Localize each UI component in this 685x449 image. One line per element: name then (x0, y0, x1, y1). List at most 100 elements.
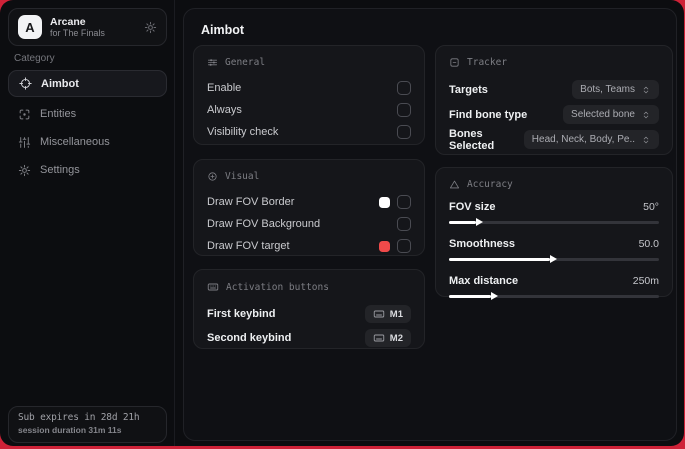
setting-row-max-distance: Max distance 250m (449, 273, 659, 301)
keybind-value: M1 (389, 308, 403, 320)
setting-label: Find bone type (449, 108, 528, 121)
card-title: Activation buttons (226, 281, 329, 293)
setting-label: FOV size (449, 201, 496, 213)
smoothness-slider[interactable] (449, 255, 659, 264)
find-bone-type-select[interactable]: Selected bone (563, 105, 659, 124)
second-keybind-button[interactable]: M2 (364, 329, 411, 347)
card-title: General (225, 57, 266, 68)
keybind-value: M2 (389, 332, 403, 344)
page-title: Aimbot (201, 23, 245, 37)
session-duration-text: session duration 31m 11s (18, 425, 122, 435)
select-value: Selected bone (571, 109, 635, 120)
setting-label: Draw FOV Border (207, 196, 295, 208)
max-distance-value: 250m (632, 275, 659, 287)
general-card: General Enable Always Visibility check (193, 45, 425, 145)
slider-thumb[interactable] (449, 218, 484, 226)
app-title: Arcane (50, 15, 86, 28)
color-swatch-white[interactable] (379, 196, 390, 208)
sub-expiry-text: Sub expires in 28d 21h (18, 412, 140, 423)
setting-row-always: Always (207, 99, 411, 121)
sidebar-item-settings[interactable]: Settings (8, 156, 167, 184)
setting-row-draw-fov-background: Draw FOV Background (207, 213, 411, 235)
setting-label: Smoothness (449, 238, 516, 250)
activation-buttons-card: Activation buttons First keybind M1 Seco… (193, 269, 425, 349)
setting-label: Draw FOV Background (207, 218, 321, 230)
select-value: Head, Neck, Body, Pe.. (531, 134, 635, 145)
tracker-card-header: Tracker (449, 57, 659, 68)
main-panel: Aimbot General Enable Always Visibility … (183, 8, 677, 441)
setting-row-draw-fov-target: Draw FOV target (207, 235, 411, 257)
setting-row-fov-size: FOV size 50° (449, 199, 659, 227)
general-card-header: General (207, 57, 411, 68)
chevrons-up-down-icon (641, 110, 651, 120)
logo-text: Arcane for The Finals (50, 16, 105, 39)
square-minus-icon (449, 57, 460, 68)
bones-selected-select[interactable]: Head, Neck, Body, Pe.. (523, 130, 659, 149)
setting-label: Enable (207, 82, 242, 94)
setting-label: Visibility check (207, 126, 279, 138)
sidebar-item-entities[interactable]: Entities (8, 100, 167, 128)
setting-label: Max distance (449, 275, 519, 287)
sidebar-item-label: Settings (40, 164, 80, 176)
category-label: Category (14, 53, 55, 64)
activation-card-header: Activation buttons (207, 281, 411, 293)
targets-select[interactable]: Bots, Teams (572, 80, 659, 99)
setting-row-first-keybind: First keybind M1 (207, 302, 411, 326)
app-subtitle: for The Finals (50, 27, 105, 38)
sidebar-item-label: Miscellaneous (40, 136, 110, 148)
fov-size-value: 50° (643, 201, 659, 213)
always-checkbox[interactable] (397, 103, 411, 117)
accuracy-card-header: Accuracy (449, 179, 659, 190)
crosshair-icon (19, 77, 32, 90)
sliders-icon (18, 136, 31, 149)
sidebar-nav: Aimbot Entities Miscellaneous Settings (8, 70, 167, 184)
setting-row-enable: Enable (207, 77, 411, 99)
keyboard-icon (373, 332, 385, 344)
sidebar-item-label: Entities (40, 108, 77, 120)
setting-label: Second keybind (207, 332, 292, 344)
setting-row-draw-fov-border: Draw FOV Border (207, 191, 411, 213)
app-logo: A (18, 15, 42, 39)
gear-icon (18, 164, 31, 177)
keyboard-icon (373, 308, 385, 320)
logo-card: A Arcane for The Finals (8, 8, 167, 46)
color-swatch-red[interactable] (379, 240, 390, 252)
card-title: Visual (225, 171, 260, 182)
draw-fov-background-checkbox[interactable] (397, 217, 411, 231)
card-title: Tracker (467, 57, 508, 68)
setting-row-find-bone-type: Find bone type Selected bone (449, 102, 659, 127)
setting-row-smoothness: Smoothness 50.0 (449, 236, 659, 264)
card-title: Accuracy (467, 179, 513, 190)
fov-size-slider[interactable] (449, 218, 659, 227)
sidebar-item-miscellaneous[interactable]: Miscellaneous (8, 128, 167, 156)
sidebar-item-aimbot[interactable]: Aimbot (8, 70, 167, 97)
max-distance-slider[interactable] (449, 292, 659, 301)
setting-label: First keybind (207, 308, 276, 320)
chevrons-up-down-icon (641, 85, 651, 95)
keyboard-icon (207, 281, 219, 293)
setting-row-visibility-check: Visibility check (207, 121, 411, 143)
setting-row-second-keybind: Second keybind M2 (207, 326, 411, 350)
subscription-card: Sub expires in 28d 21h session duration … (8, 406, 167, 443)
app-window: A Arcane for The Finals Category Aimbot (0, 0, 684, 446)
first-keybind-button[interactable]: M1 (364, 305, 411, 323)
slider-thumb[interactable] (449, 292, 498, 300)
setting-label: Targets (449, 83, 488, 96)
setting-label: Bones Selected (449, 127, 495, 152)
sidebar: A Arcane for The Finals Category Aimbot (0, 0, 175, 446)
scan-icon (18, 108, 31, 121)
visual-card: Visual Draw FOV Border Draw FOV Backgrou… (193, 159, 425, 256)
enable-checkbox[interactable] (397, 81, 411, 95)
setting-label: Always (207, 104, 242, 116)
select-value: Bots, Teams (580, 84, 635, 95)
smoothness-value: 50.0 (638, 238, 659, 250)
visual-card-header: Visual (207, 171, 411, 182)
draw-fov-border-checkbox[interactable] (397, 195, 411, 209)
setting-row-targets: Targets Bots, Teams (449, 77, 659, 102)
draw-fov-target-checkbox[interactable] (397, 239, 411, 253)
triangle-icon (449, 179, 460, 190)
visibility-check-checkbox[interactable] (397, 125, 411, 139)
gear-icon[interactable] (144, 21, 157, 34)
slider-thumb[interactable] (449, 255, 557, 263)
setting-label: Draw FOV target (207, 240, 290, 252)
